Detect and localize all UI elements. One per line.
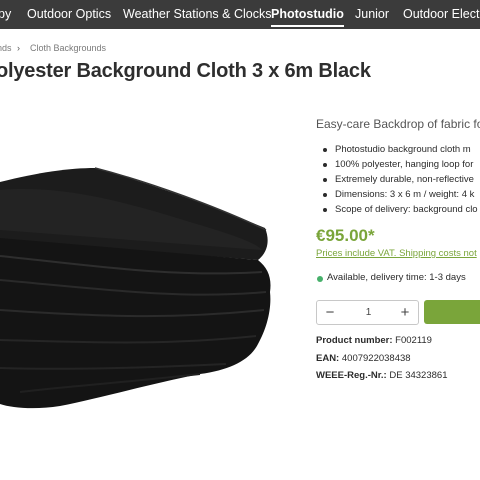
weee-row: WEEE-Reg.-Nr.: DE 34323861: [316, 370, 447, 381]
ean-value: 4007922038438: [341, 353, 411, 364]
quantity-input[interactable]: [347, 301, 390, 324]
feature-item: Dimensions: 3 x 6 m / weight: 4 k: [316, 187, 478, 202]
add-to-cart-button[interactable]: [424, 300, 480, 324]
availability-text: Available, delivery time: 1-3 days: [327, 272, 466, 283]
product-subtitle: Easy-care Backdrop of fabric for: [316, 117, 480, 131]
ean-label: EAN:: [316, 353, 340, 364]
nav-item-py[interactable]: py: [0, 0, 11, 29]
feature-item: 100% polyester, hanging loop for: [316, 157, 478, 172]
ean-row: EAN: 4007922038438: [316, 353, 411, 364]
availability-dot-icon: [317, 276, 323, 282]
nav-item-outdoor-optics[interactable]: Outdoor Optics: [27, 0, 111, 29]
price-note-link[interactable]: Prices include VAT. Shipping costs not: [316, 248, 477, 259]
minus-icon[interactable]: −: [319, 301, 341, 324]
product-number-label: Product number:: [316, 335, 393, 346]
chevron-right-icon: ›: [17, 43, 20, 53]
product-image-black-cloth[interactable]: [0, 160, 280, 420]
quantity-stepper: − +: [316, 300, 419, 325]
weee-value: DE 34323861: [389, 370, 448, 381]
nav-item-weather-stations[interactable]: Weather Stations & Clocks: [123, 0, 271, 29]
feature-item: Scope of delivery: background clo: [316, 202, 478, 217]
breadcrumb-item-cloth-backgrounds[interactable]: Cloth Backgrounds: [30, 43, 106, 53]
product-number-row: Product number: F002119: [316, 335, 432, 346]
breadcrumb-item-parent[interactable]: nds: [0, 43, 12, 53]
product-details: Easy-care Backdrop of fabric for Photost…: [316, 0, 480, 480]
feature-item: Extremely durable, non-reflective: [316, 172, 478, 187]
feature-list: Photostudio background cloth m 100% poly…: [316, 142, 478, 217]
plus-icon[interactable]: +: [394, 301, 416, 324]
price: €95.00*: [316, 226, 375, 245]
weee-label: WEEE-Reg.-Nr.:: [316, 370, 387, 381]
product-number-value: F002119: [395, 335, 432, 346]
feature-item: Photostudio background cloth m: [316, 142, 478, 157]
